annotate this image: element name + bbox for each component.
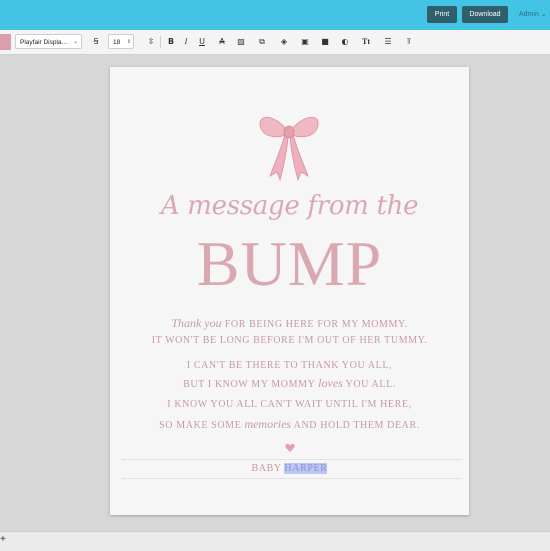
message-line-4[interactable]: BUT I KNOW MY MOMMY loves YOU ALL. <box>110 376 469 391</box>
admin-label: Admin <box>519 11 539 18</box>
lock-icon[interactable]: ■ <box>320 37 330 47</box>
message-line-3[interactable]: I CAN'T BE THERE TO THANK YOU ALL, <box>110 360 469 371</box>
title-main[interactable]: BUMP <box>110 227 469 301</box>
download-button[interactable]: Download <box>462 6 508 23</box>
font-family-select[interactable]: Playfair Displa… ⌄ <box>15 34 82 49</box>
color-icon[interactable]: ◐ <box>340 37 350 47</box>
print-button[interactable]: Print <box>427 6 457 23</box>
line-text: AND HOLD THEM DEAR. <box>291 420 420 431</box>
group-icon[interactable]: ▣ <box>300 37 310 47</box>
toolbar-divider <box>160 36 161 48</box>
baby-name[interactable]: BABY HARPER <box>110 463 469 474</box>
editor-toolbar <box>0 30 550 55</box>
layers-icon[interactable]: ◈ <box>279 37 289 47</box>
message-line-5[interactable]: I KNOW YOU ALL CAN'T WAIT UNTIL I'M HERE… <box>110 399 469 410</box>
admin-menu[interactable]: Admin ⌄ <box>519 10 547 18</box>
italic-word: loves <box>318 376 343 390</box>
bottom-bar <box>0 531 550 551</box>
italic-icon[interactable]: I <box>181 37 191 47</box>
italic-word: Thank you <box>171 316 222 330</box>
message-line-6[interactable]: SO MAKE SOME memories AND HOLD THEM DEAR… <box>110 417 469 432</box>
title-script[interactable]: A message from the <box>110 191 469 221</box>
name-prefix: BABY <box>251 463 285 474</box>
line-height-icon[interactable]: ⇳ <box>146 37 156 47</box>
text-case-icon[interactable]: Tt <box>361 37 371 47</box>
message-line-2[interactable]: IT WON'T BE LONG BEFORE I'M OUT OF HER T… <box>110 335 469 346</box>
line-text: FOR BEING HERE FOR MY MOMMY. <box>221 319 408 330</box>
message-line-1[interactable]: Thank you FOR BEING HERE FOR MY MOMMY. <box>110 316 469 331</box>
image-icon[interactable]: ▨ <box>236 37 246 47</box>
font-size-value: 18 <box>113 39 121 46</box>
heart-icon <box>285 443 295 452</box>
font-size-select[interactable]: 18 ⇕ <box>108 34 134 49</box>
chevron-down-icon: ⌄ <box>540 11 547 18</box>
selected-text[interactable]: HARPER <box>284 463 328 474</box>
design-canvas[interactable]: A message from the BUMP Thank you FOR BE… <box>110 67 469 515</box>
stepper-icon: ⇕ <box>126 39 131 45</box>
underline-icon[interactable]: U <box>197 37 207 47</box>
line-text: BUT I KNOW MY MOMMY <box>183 379 319 390</box>
font-clear-icon[interactable]: Ꞩ <box>91 37 101 47</box>
add-page-button[interactable]: + <box>0 534 6 545</box>
line-text: YOU ALL. <box>342 379 396 390</box>
bold-icon[interactable]: B <box>166 37 176 47</box>
chevron-down-icon: ⌄ <box>72 39 78 45</box>
align-icon[interactable]: ⫪ <box>404 37 414 47</box>
line-text: SO MAKE SOME <box>159 420 245 431</box>
font-family-value: Playfair Displa… <box>20 39 69 46</box>
bow-icon <box>259 116 319 182</box>
line-spacing-icon[interactable]: ☰ <box>383 37 393 47</box>
color-swatch[interactable] <box>0 34 11 50</box>
strikethrough-icon[interactable]: A <box>217 37 227 47</box>
italic-word: memories <box>244 417 292 431</box>
copy-icon[interactable]: ⧉ <box>257 37 267 47</box>
